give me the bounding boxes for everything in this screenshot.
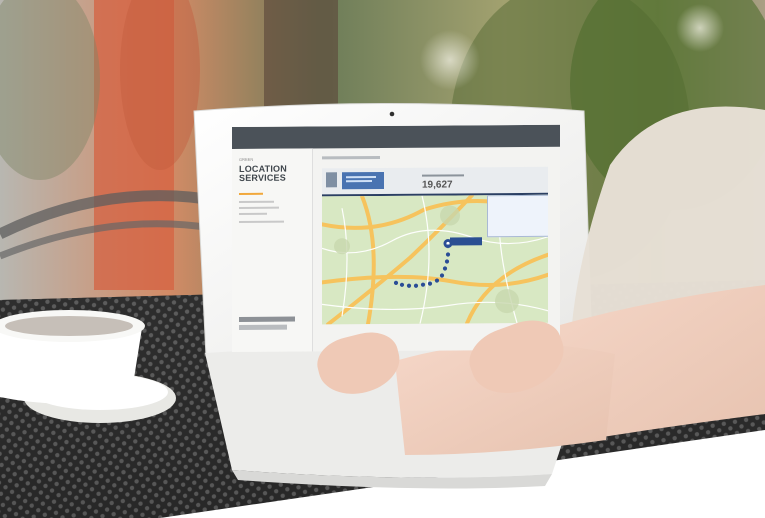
info-pill-line xyxy=(346,175,376,179)
sidebar-active-item[interactable] xyxy=(239,192,263,195)
section-title: LOCATION SERVICES xyxy=(239,164,309,183)
map-callout xyxy=(450,237,482,246)
info-number: 19,627 xyxy=(422,179,453,191)
screen-top-bar xyxy=(232,124,560,149)
info-pill-line xyxy=(346,180,372,183)
sidebar-item[interactable] xyxy=(239,200,274,203)
avatar xyxy=(326,172,337,188)
main-heading-placeholder xyxy=(322,155,380,160)
sidebar-item[interactable] xyxy=(239,220,284,223)
section-title-line-2: SERVICES xyxy=(239,172,286,183)
info-line xyxy=(422,174,464,177)
calendar-panel[interactable] xyxy=(487,194,548,238)
sidebar-item[interactable] xyxy=(239,212,267,215)
sidebar-footer-line xyxy=(239,316,295,322)
screen-sidebar: GREEN LOCATION SERVICES xyxy=(232,148,313,352)
laptop-screen: GREEN LOCATION SERVICES 19,627 xyxy=(232,124,560,353)
sidebar-footer-line-secondary xyxy=(239,324,287,330)
map-view[interactable] xyxy=(322,194,548,325)
photo-scene: GREEN LOCATION SERVICES 19,627 xyxy=(0,0,765,518)
info-bar: 19,627 xyxy=(322,166,548,197)
sidebar-item[interactable] xyxy=(239,206,279,209)
brand-text-small: GREEN xyxy=(239,156,254,162)
